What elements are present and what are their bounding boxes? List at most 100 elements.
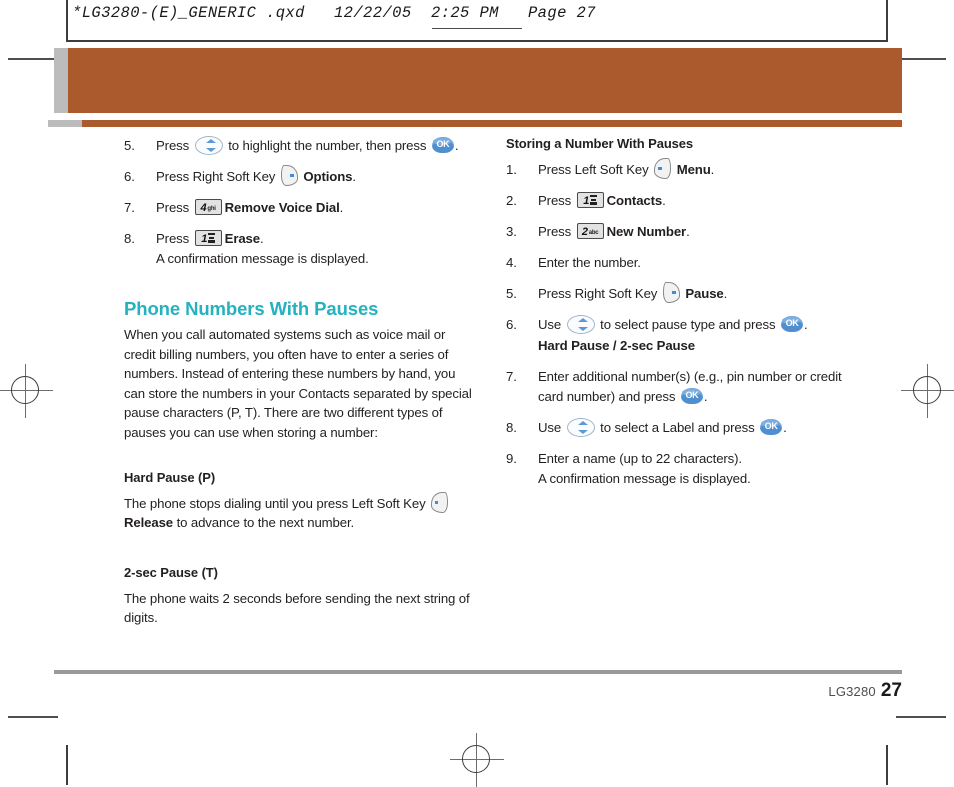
page-edge-rule-bottom-right [886, 745, 888, 785]
list-item-text: Press 1 Erase. [156, 230, 264, 247]
list-item-bold-label: Pause [681, 286, 724, 301]
list-item-text: Press Right Soft Key Pause. [538, 282, 862, 304]
header-underline [432, 28, 522, 29]
nav-updown-key-icon [566, 417, 595, 437]
page-edge-rule-top-right [886, 0, 888, 42]
keypad-1-voicemail-icon: 1 [576, 192, 604, 209]
list-item-number: 6. [506, 317, 517, 332]
list-item-number: 4. [506, 255, 517, 270]
list-item-bold-label: Erase [224, 231, 260, 246]
chapter-banner-fill [68, 48, 902, 113]
list-item-number: 8. [506, 420, 517, 435]
list-item: 1. Press Left Soft Key Menu. [506, 158, 862, 180]
list-item-number: 5. [506, 286, 517, 301]
page-footer: LG3280 27 [828, 680, 902, 702]
list-item: 5. Press Right Soft Key Pause. [506, 282, 862, 304]
list-item-number: 7. [124, 200, 135, 215]
list-item-number: 3. [506, 224, 517, 239]
registration-mark-right [901, 364, 954, 418]
list-item-text: Press 4ghi Remove Voice Dial. [156, 199, 344, 216]
list-item-text: Press Right Soft Key Options. [156, 165, 472, 187]
ok-key-icon: OK [760, 419, 783, 436]
list-item: 7. Press 4ghi Remove Voice Dial. [124, 198, 472, 218]
list-item-number: 2. [506, 193, 517, 208]
list-item-text: Enter additional number(s) (e.g., pin nu… [538, 369, 842, 405]
list-item-number: 8. [124, 231, 135, 246]
page-title: Phone Numbers With Pauses [124, 298, 379, 319]
chapter-banner [54, 48, 902, 113]
list-item-text: Use to select a Label and press OK. [538, 417, 862, 438]
right-soft-key-icon [280, 165, 298, 187]
left-soft-key-icon [654, 158, 672, 180]
storing-number-heading: Storing a Number With Pauses [506, 136, 694, 151]
right-column: Storing a Number With Pauses 1. Press Lef… [506, 136, 862, 500]
two-sec-pause-text: The phone waits 2 seconds before sending… [124, 590, 470, 626]
footer-page-number: 27 [880, 680, 902, 701]
list-item-number: 6. [124, 169, 135, 184]
trim-mark-bottom-left [8, 716, 58, 718]
list-item-text: Enter the number. [538, 255, 641, 270]
list-item: 6. Press Right Soft Key Options. [124, 165, 472, 187]
list-item-text: Press Left Soft Key Menu. [538, 158, 862, 180]
two-sec-pause-heading: 2-sec Pause (T) [124, 564, 218, 580]
list-item: 9. Enter a name (up to 22 characters). A c… [506, 449, 862, 489]
list-item: 3. Press 2abc New Number. [506, 222, 862, 242]
left-column: 5. Press to highlight the number, then pr… [124, 135, 472, 628]
list-item-bold-label: Contacts [606, 193, 663, 208]
ok-key-icon: OK [431, 137, 454, 154]
list-item-number: 7. [506, 369, 517, 384]
right-soft-key-icon [662, 282, 680, 304]
list-item-bold-label: New Number [606, 224, 687, 239]
list-item-note: A confirmation message is displayed. [156, 251, 369, 266]
list-item-note: A confirmation message is displayed. [538, 471, 751, 486]
list-item-bold-subline: Hard Pause / 2-sec Pause [538, 338, 695, 353]
list-item-text: Press to highlight the number, then pres… [156, 135, 472, 156]
list-item-text: Use to select pause type and press OK. [538, 314, 862, 335]
quark-file-header: *LG3280-(E)_GENERIC .qxd 12/22/05 2:25 P… [72, 4, 596, 22]
list-item-text: Press 1 Contacts. [538, 192, 666, 209]
keypad-1-voicemail-icon: 1 [194, 230, 222, 247]
list-item: 5. Press to highlight the number, then pr… [124, 135, 472, 156]
hard-pause-text-before: The phone stops dialing until you press … [124, 495, 430, 511]
list-item: 8. Use to select a Label and press OK. [506, 417, 862, 438]
left-soft-key-icon [431, 491, 449, 513]
list-item-number: 1. [506, 162, 517, 177]
page-edge-rule-bottom-left [66, 745, 68, 785]
ok-key-icon: OK [781, 316, 804, 333]
hard-pause-heading: Hard Pause (P) [124, 469, 216, 485]
list-item-bold-label: Remove Voice Dial [224, 200, 340, 215]
list-item-bold-label: Options [299, 169, 353, 184]
ok-key-icon: OK [680, 388, 703, 405]
page-edge-rule-top-left [66, 0, 68, 42]
list-item: 8. Press 1 Erase. A confirmation message is… [124, 229, 472, 269]
registration-mark-left [0, 364, 53, 418]
storing-number-steps-list: 1. Press Left Soft Key Menu. 2. Press 1 Cont… [506, 158, 862, 489]
trim-mark-top-left [8, 58, 58, 60]
footer-rule [54, 670, 902, 674]
list-item: 2. Press 1 Contacts. [506, 191, 862, 211]
list-item-text: Enter a name (up to 22 characters). [538, 451, 742, 466]
list-item: 4. Enter the number. [506, 253, 862, 273]
keypad-4-ghi-icon: 4ghi [194, 199, 222, 216]
section-intro-text: When you call automated systems such as … [124, 327, 472, 440]
header-rule [66, 40, 888, 42]
registration-mark-bottom [450, 733, 504, 787]
nav-updown-key-icon [194, 135, 223, 155]
keypad-2-abc-icon: 2abc [576, 223, 604, 240]
list-item: 6. Use to select pause type and press OK.… [506, 314, 862, 356]
list-item-text: Press 2abc New Number. [538, 223, 690, 240]
list-item: 7. Enter additional number(s) (e.g., pin … [506, 367, 862, 407]
chapter-banner-tab [54, 48, 68, 113]
footer-model-name: LG3280 [828, 684, 876, 699]
list-item-bold-label: Menu [673, 162, 711, 177]
trim-mark-bottom-right [896, 716, 946, 718]
list-item-number: 9. [506, 451, 517, 466]
hard-pause-text-after: to advance to the next number. [173, 515, 355, 531]
list-item-number: 5. [124, 138, 135, 153]
continued-steps-list: 5. Press to highlight the number, then pr… [124, 135, 472, 269]
hard-pause-bold-label: Release [124, 515, 174, 531]
chapter-banner-underline [48, 120, 902, 127]
nav-updown-key-icon [566, 314, 595, 334]
hard-pause-text: The phone stops dialing until you press … [124, 491, 472, 533]
trim-mark-top-right [896, 58, 946, 60]
